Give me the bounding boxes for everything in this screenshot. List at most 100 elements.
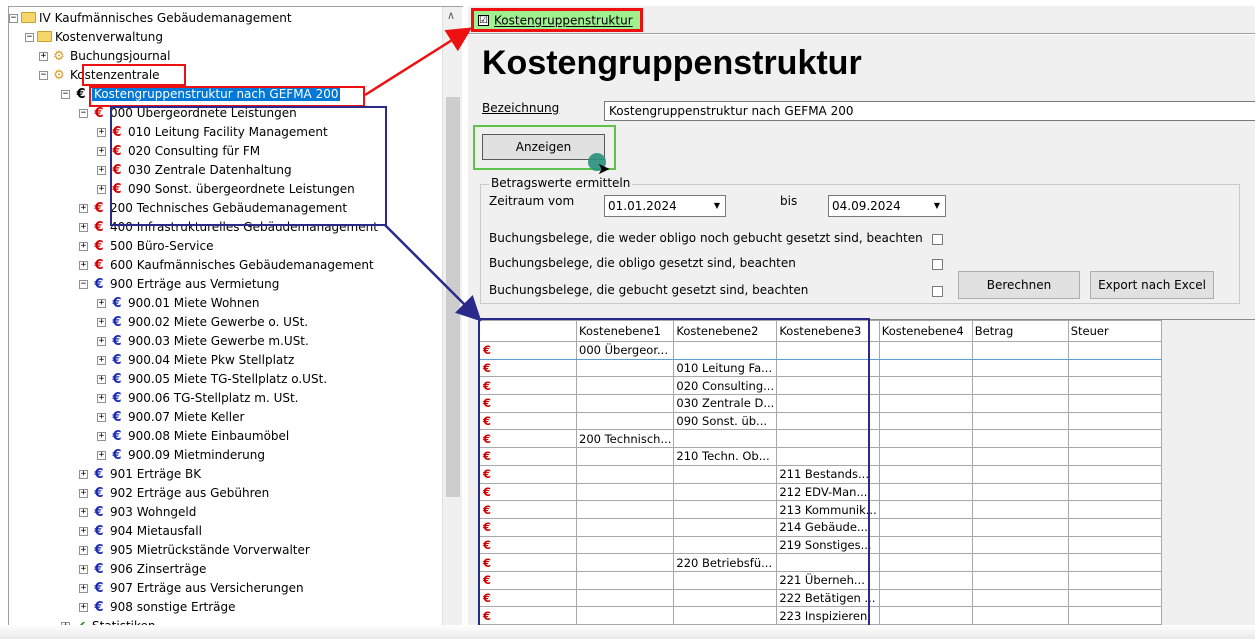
table-cell[interactable] <box>971 482 1069 502</box>
expand-icon[interactable]: + <box>79 584 88 593</box>
expand-icon[interactable]: + <box>79 470 88 479</box>
table-cell[interactable] <box>878 500 973 519</box>
table-cell[interactable] <box>878 447 973 466</box>
expand-icon[interactable]: + <box>79 489 88 498</box>
bezeichnung-field[interactable]: Kostengruppenstruktur nach GEFMA 200 <box>604 101 1255 121</box>
table-cell[interactable] <box>878 482 973 502</box>
tree-item[interactable]: + €900.04 Miete Pkw Stellplatz <box>97 351 294 370</box>
expand-icon[interactable]: + <box>79 261 88 270</box>
table-cell[interactable] <box>878 570 973 590</box>
table-cell[interactable] <box>1067 464 1162 484</box>
tree-item[interactable]: + €901 Erträge BK <box>79 465 201 484</box>
option-checkbox-3[interactable] <box>932 286 943 297</box>
table-cell[interactable] <box>971 606 1069 625</box>
tree-item[interactable]: + €500 Büro-Service <box>79 237 213 256</box>
table-cell[interactable] <box>971 464 1069 484</box>
expand-icon[interactable]: + <box>79 546 88 555</box>
tree-item[interactable]: + €908 sonstige Erträge <box>79 598 236 617</box>
option-checkbox-2[interactable] <box>932 259 943 270</box>
tree-item[interactable]: + €902 Erträge aus Gebühren <box>79 484 269 503</box>
table-cell[interactable] <box>1067 535 1162 555</box>
table-cell[interactable] <box>878 588 973 608</box>
collapse-icon[interactable]: − <box>25 33 34 42</box>
table-cell[interactable] <box>1067 500 1162 519</box>
expand-icon[interactable]: + <box>79 603 88 612</box>
table-cell[interactable] <box>1067 553 1162 572</box>
expand-icon[interactable]: + <box>79 223 88 232</box>
tree-item[interactable]: + €900.01 Miete Wohnen <box>97 294 259 313</box>
table-cell[interactable] <box>1067 358 1162 378</box>
expand-icon[interactable]: + <box>79 527 88 536</box>
table-cell[interactable] <box>971 447 1069 466</box>
table-cell[interactable] <box>878 429 973 449</box>
collapse-icon[interactable]: − <box>9 14 18 23</box>
table-cell[interactable] <box>971 553 1069 572</box>
tree-item[interactable]: + €900.06 TG-Stellplatz m. USt. <box>97 389 299 408</box>
table-cell[interactable] <box>878 464 973 484</box>
scroll-thumb[interactable] <box>446 97 460 497</box>
expand-icon[interactable]: + <box>97 432 106 441</box>
table-cell[interactable] <box>878 553 973 572</box>
date-to-select[interactable]: 04.09.2024 ▼ <box>828 195 946 217</box>
table-cell[interactable] <box>1067 394 1162 413</box>
collapse-icon[interactable]: − <box>61 90 70 99</box>
expand-icon[interactable]: + <box>97 299 106 308</box>
tree-item[interactable]: + €900.08 Miete Einbaumöbel <box>97 427 289 446</box>
collapse-icon[interactable]: − <box>79 280 88 289</box>
table-cell[interactable] <box>971 394 1069 413</box>
expand-icon[interactable]: + <box>97 166 106 175</box>
table-cell[interactable] <box>878 411 973 431</box>
table-cell[interactable] <box>878 394 973 413</box>
tree-item[interactable]: + €900.07 Miete Keller <box>97 408 244 427</box>
tree-item[interactable]: + €900.02 Miete Gewerbe o. USt. <box>97 313 308 332</box>
expand-icon[interactable]: + <box>97 185 106 194</box>
expand-icon[interactable]: + <box>97 413 106 422</box>
table-cell[interactable] <box>971 429 1069 449</box>
table-cell[interactable] <box>971 570 1069 590</box>
expand-icon[interactable]: + <box>39 52 48 61</box>
expand-icon[interactable]: + <box>97 451 106 460</box>
expand-icon[interactable]: + <box>79 508 88 517</box>
expand-icon[interactable]: + <box>97 356 106 365</box>
table-cell[interactable] <box>971 535 1069 555</box>
table-cell[interactable] <box>878 535 973 555</box>
column-header[interactable]: Steuer <box>1067 320 1162 342</box>
table-cell[interactable] <box>971 588 1069 608</box>
anzeigen-button[interactable]: Anzeigen <box>482 134 605 160</box>
expand-icon[interactable]: + <box>79 565 88 574</box>
table-cell[interactable] <box>971 500 1069 519</box>
expand-icon[interactable]: + <box>79 204 88 213</box>
scroll-up-icon[interactable]: ∧ <box>447 9 455 22</box>
tree-item[interactable]: + €905 Mietrückstände Vorverwalter <box>79 541 310 560</box>
table-cell[interactable] <box>1067 588 1162 608</box>
table-cell[interactable] <box>971 376 1069 396</box>
table-cell[interactable] <box>878 376 973 396</box>
tree-item[interactable]: − €900 Erträge aus Vermietung <box>79 275 279 294</box>
expand-icon[interactable]: + <box>97 337 106 346</box>
tree-item[interactable]: + €907 Erträge aus Versicherungen <box>79 579 304 598</box>
table-cell[interactable] <box>971 341 1069 360</box>
table-cell[interactable] <box>1067 570 1162 590</box>
table-cell[interactable] <box>1067 341 1162 360</box>
table-cell[interactable] <box>878 606 973 625</box>
table-cell[interactable] <box>1067 606 1162 625</box>
tree-scrollbar[interactable]: ∧ <box>442 7 462 633</box>
table-cell[interactable] <box>1067 429 1162 449</box>
expand-icon[interactable]: + <box>97 128 106 137</box>
column-header[interactable]: Betrag <box>971 320 1069 342</box>
table-cell[interactable] <box>971 411 1069 431</box>
tree-item[interactable]: − Kostenverwaltung <box>25 28 163 47</box>
expand-icon[interactable]: + <box>97 394 106 403</box>
table-cell[interactable] <box>878 517 973 537</box>
table-cell[interactable] <box>1067 376 1162 396</box>
expand-icon[interactable]: + <box>79 242 88 251</box>
table-cell[interactable] <box>971 358 1069 378</box>
berechnen-button[interactable]: Berechnen <box>958 271 1080 299</box>
collapse-icon[interactable]: − <box>79 109 88 118</box>
tree-item[interactable]: + €600 Kaufmännisches Gebäudemanagement <box>79 256 374 275</box>
export-excel-button[interactable]: Export nach Excel <box>1090 271 1214 299</box>
table-cell[interactable] <box>878 341 973 360</box>
collapse-icon[interactable]: − <box>39 71 48 80</box>
tree-item[interactable]: − IV Kaufmännisches Gebäudemanagement <box>9 9 292 28</box>
table-cell[interactable] <box>1067 482 1162 502</box>
